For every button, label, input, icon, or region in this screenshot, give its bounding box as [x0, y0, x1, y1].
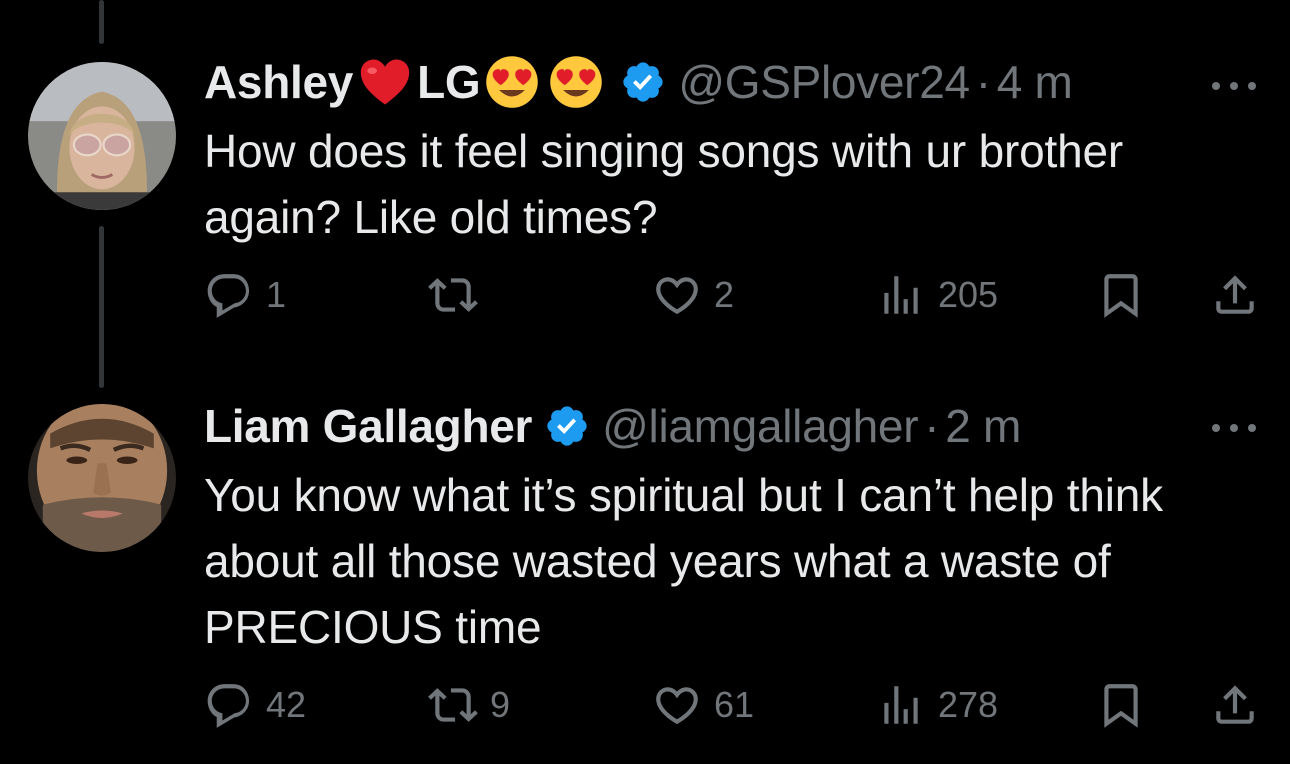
repost-button[interactable]: 9	[428, 680, 510, 730]
share-button[interactable]	[1210, 680, 1260, 730]
reply-count: 42	[266, 684, 307, 725]
like-button[interactable]: 61	[652, 680, 754, 730]
repost-icon	[428, 270, 478, 320]
verified-badge-icon[interactable]	[620, 59, 666, 105]
repost-icon	[428, 680, 478, 730]
more-icon[interactable]	[1212, 76, 1256, 96]
like-count: 2	[714, 274, 735, 315]
tweet-text: You know what it’s spiritual but I can’t…	[204, 469, 1163, 653]
separator-dot: ·	[975, 56, 991, 108]
timestamp[interactable]: 4 m	[997, 55, 1073, 109]
avatar[interactable]	[28, 404, 176, 552]
repost-button[interactable]	[428, 270, 490, 320]
avatar[interactable]	[28, 62, 176, 210]
tweet-header: Liam Gallagher @liamgallagher · 2 m	[204, 396, 1021, 456]
display-name[interactable]: Liam Gallagher	[204, 399, 532, 453]
views-count: 278	[938, 684, 999, 725]
handle[interactable]: @liamgallagher	[602, 399, 918, 453]
heart-eyes-emoji	[547, 53, 605, 111]
views-icon	[876, 680, 926, 730]
share-icon	[1210, 270, 1260, 320]
reply-icon	[204, 270, 254, 320]
handle[interactable]: @GSPlover24	[678, 55, 970, 109]
more-icon[interactable]	[1212, 418, 1256, 438]
like-count: 61	[714, 684, 755, 725]
views-button[interactable]: 205	[876, 270, 998, 320]
action-bar: 42 9 61 278	[0, 680, 1290, 740]
display-name-suffix[interactable]: LG	[417, 55, 481, 109]
tweet-text: How does it feel singing songs with ur b…	[204, 125, 1123, 243]
views-button[interactable]: 278	[876, 680, 998, 730]
red-heart-emoji	[356, 53, 414, 111]
tweet-ashley[interactable]: Ashley LG @GSPlover24 · 4 m How does it …	[0, 0, 1290, 380]
bookmark-icon	[1096, 270, 1146, 320]
bookmark-icon	[1096, 680, 1146, 730]
like-icon	[652, 680, 702, 730]
heart-eyes-emoji	[483, 53, 541, 111]
share-icon	[1210, 680, 1260, 730]
separator-dot: ·	[924, 400, 940, 452]
share-button[interactable]	[1210, 270, 1260, 320]
like-icon	[652, 270, 702, 320]
views-icon	[876, 270, 926, 320]
reply-button[interactable]: 42	[204, 680, 306, 730]
reply-count: 1	[266, 274, 287, 315]
views-count: 205	[938, 274, 999, 315]
bookmark-button[interactable]	[1096, 270, 1146, 320]
bookmark-button[interactable]	[1096, 680, 1146, 730]
like-button[interactable]: 2	[652, 270, 734, 320]
tweet-header: Ashley LG @GSPlover24 · 4 m	[204, 52, 1073, 112]
tweet-liam-gallagher[interactable]: Liam Gallagher @liamgallagher · 2 m You …	[0, 390, 1290, 764]
reply-icon	[204, 680, 254, 730]
verified-badge-icon[interactable]	[544, 403, 590, 449]
reply-button[interactable]: 1	[204, 270, 286, 320]
action-bar: 1 2 205	[0, 270, 1290, 330]
timestamp[interactable]: 2 m	[945, 399, 1021, 453]
repost-count: 9	[490, 684, 511, 725]
display-name[interactable]: Ashley	[204, 55, 353, 109]
